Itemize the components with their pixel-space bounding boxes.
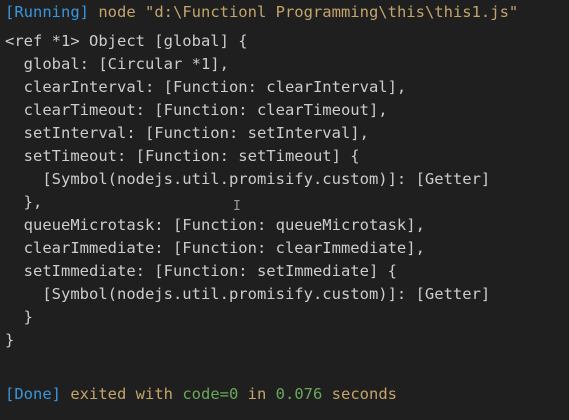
output-line: setInterval: [Function: setInterval], — [5, 124, 369, 142]
output-panel: [Running] node "d:\Functionl Programming… — [0, 0, 569, 420]
output-line: } — [5, 331, 15, 349]
elapsed-time: 0.076 — [275, 385, 323, 403]
output-line: [Symbol(nodejs.util.promisify.custom)]: … — [5, 285, 491, 303]
output-line: [Symbol(nodejs.util.promisify.custom)]: … — [5, 170, 491, 188]
run-command: node "d:\Functionl Programming\this\this… — [89, 3, 519, 21]
output-line: }, — [5, 193, 43, 211]
exit-code: code=0 — [182, 385, 239, 403]
output-line: <ref *1> Object [global] { — [5, 32, 248, 50]
output-line: } — [5, 308, 33, 326]
done-status: [Done] — [5, 385, 61, 403]
output-line: setImmediate: [Function: setImmediate] { — [5, 262, 397, 280]
output-line: clearTimeout: [Function: clearTimeout], — [5, 101, 388, 119]
done-footer-line: [Done] exited with code=0 in 0.076 secon… — [5, 383, 397, 405]
output-line: clearInterval: [Function: clearInterval]… — [5, 78, 407, 96]
run-header-line: [Running] node "d:\Functionl Programming… — [5, 1, 518, 23]
output-line: clearImmediate: [Function: clearImmediat… — [5, 239, 425, 257]
output-line: setTimeout: [Function: setTimeout] { — [5, 147, 360, 165]
in-text: in — [238, 385, 276, 403]
output-line: queueMicrotask: [Function: queueMicrotas… — [5, 216, 425, 234]
seconds-text: seconds — [322, 385, 397, 403]
running-status: [Running] — [5, 3, 89, 21]
output-line: global: [Circular *1], — [5, 55, 229, 73]
text-cursor-icon: I — [233, 199, 241, 214]
exit-text: exited with — [61, 385, 183, 403]
